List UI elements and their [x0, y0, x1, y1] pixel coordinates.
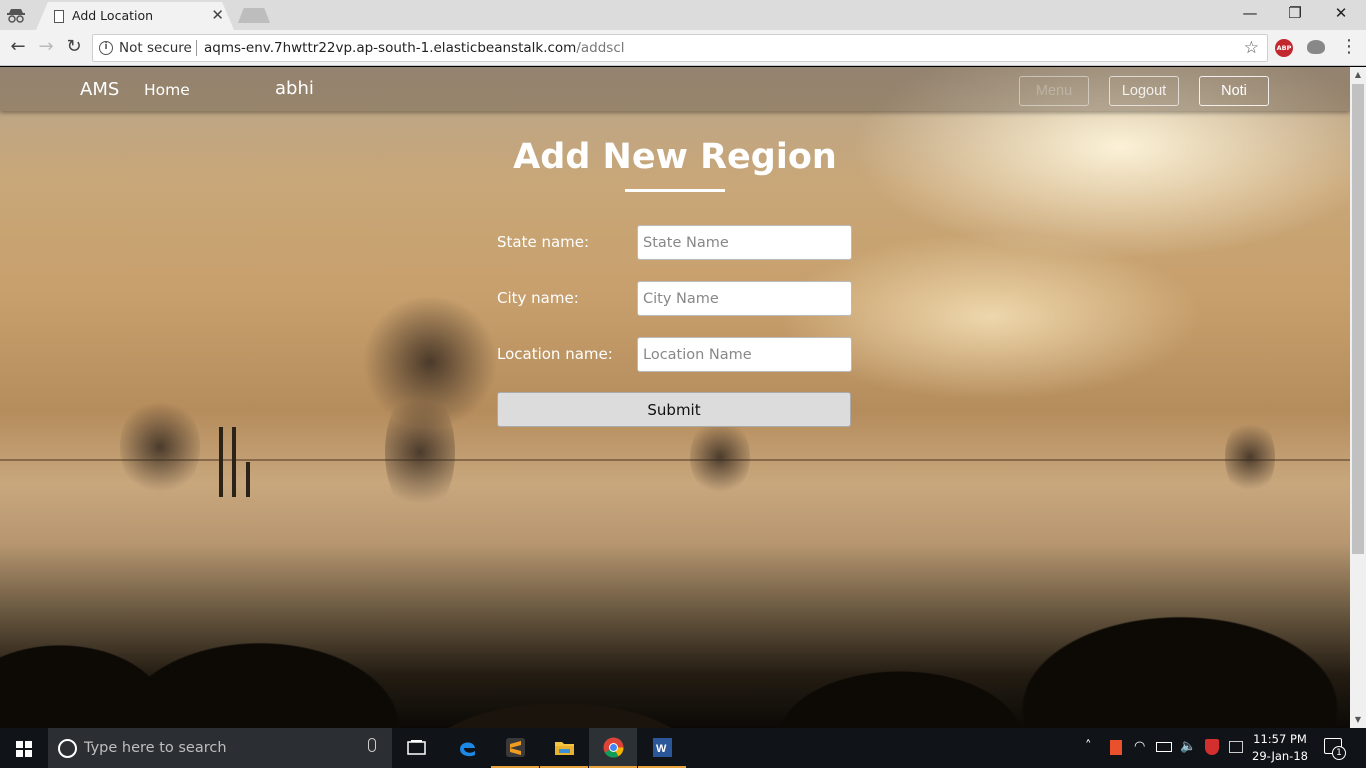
url-separator [196, 40, 197, 56]
cortana-icon [58, 739, 77, 758]
taskbar-search-placeholder: Type here to search [84, 740, 227, 756]
menu-button[interactable]: Menu [1019, 76, 1089, 106]
location-name-input[interactable] [637, 337, 852, 372]
tab-title: Add Location [72, 8, 154, 23]
close-window-button[interactable]: ✕ [1318, 4, 1364, 22]
browser-tab-strip: Add Location ✕ — ❐ ✕ [0, 0, 1366, 30]
smoke-plume [1225, 417, 1275, 497]
security-shield-icon[interactable] [1205, 739, 1219, 755]
chimney [232, 427, 236, 497]
notifications-button[interactable]: Noti [1199, 76, 1269, 106]
browser-toolbar: ← → ↻ i Not secure aqms-env.7hwttr22vp.a… [0, 30, 1366, 66]
site-navbar: AMS Home abhi Menu Logout Noti [0, 67, 1350, 111]
city-name-label: City name: [497, 289, 579, 307]
word-icon[interactable]: W [638, 728, 686, 768]
location-name-label: Location name: [497, 345, 613, 363]
windows-start-icon[interactable] [16, 741, 32, 757]
page-favicon-icon [54, 10, 64, 23]
url-text[interactable]: aqms-env.7hwttr22vp.ap-south-1.elasticbe… [204, 40, 625, 56]
task-view-icon[interactable] [392, 728, 440, 768]
svg-text:W: W [656, 743, 667, 755]
tab-close-icon[interactable]: ✕ [211, 6, 224, 24]
page-scrollbar[interactable]: ▲ ▼ [1350, 67, 1366, 728]
background-horizon [0, 459, 1350, 461]
address-bar[interactable]: i Not secure aqms-env.7hwttr22vp.ap-sout… [92, 34, 1268, 62]
browser-menu-icon[interactable]: ⋮ [1340, 36, 1358, 57]
nav-username: abhi [275, 78, 314, 99]
info-icon[interactable]: i [99, 41, 113, 55]
nav-home-link[interactable]: Home [144, 81, 190, 99]
smoke-plume [690, 417, 750, 497]
background-trees [0, 538, 1350, 728]
smoke-plume [120, 397, 200, 497]
adblock-plus-icon[interactable]: ABP [1275, 39, 1293, 57]
page-viewport: AMS Home abhi Menu Logout Noti Add New R… [0, 67, 1350, 728]
state-name-label: State name: [497, 233, 590, 251]
windows-taskbar: Type here to search W ˄ ◠ 🔈 11:57 PM 29-… [0, 728, 1366, 768]
url-host: aqms-env.7hwttr22vp.ap-south-1.elasticbe… [204, 40, 577, 56]
file-explorer-icon[interactable] [540, 728, 588, 768]
wifi-icon[interactable]: ◠ [1134, 739, 1145, 754]
new-tab-button[interactable] [238, 8, 270, 23]
taskbar-search-box[interactable]: Type here to search [48, 728, 392, 768]
chimney [219, 427, 223, 497]
edge-icon[interactable] [443, 728, 491, 768]
battery-icon[interactable] [1156, 742, 1172, 752]
scroll-thumb[interactable] [1352, 84, 1364, 554]
notification-count-badge: 1 [1332, 746, 1346, 760]
browser-tab-active[interactable]: Add Location ✕ [36, 2, 234, 30]
page-title: Add New Region [513, 137, 837, 177]
scroll-up-icon[interactable]: ▲ [1350, 67, 1366, 83]
sublime-text-icon[interactable] [491, 728, 539, 768]
taskbar-clock[interactable]: 11:57 PM 29-Jan-18 [1250, 731, 1310, 765]
back-icon[interactable]: ← [7, 36, 29, 57]
security-indicator[interactable]: Not secure [119, 40, 192, 56]
clock-time: 11:57 PM [1253, 732, 1307, 746]
city-name-input[interactable] [637, 281, 852, 316]
chimney [246, 462, 250, 497]
microphone-icon[interactable] [368, 738, 376, 752]
submit-button[interactable]: Submit [497, 392, 851, 427]
incognito-icon [7, 9, 25, 23]
minimize-button[interactable]: — [1227, 4, 1273, 22]
extension-icon[interactable] [1307, 40, 1325, 54]
title-underline [625, 189, 725, 192]
url-path: /addscl [576, 40, 625, 56]
input-device-icon[interactable] [1229, 741, 1243, 753]
reload-icon[interactable]: ↻ [63, 36, 85, 57]
logout-button[interactable]: Logout [1109, 76, 1179, 106]
clock-date: 29-Jan-18 [1252, 749, 1308, 763]
chrome-icon[interactable] [589, 728, 637, 768]
office-icon[interactable] [1110, 740, 1122, 755]
bookmark-star-icon[interactable]: ☆ [1244, 38, 1259, 58]
scroll-down-icon[interactable]: ▼ [1350, 712, 1366, 728]
forward-icon[interactable]: → [35, 36, 57, 57]
state-name-input[interactable] [637, 225, 852, 260]
brand-logo[interactable]: AMS [80, 79, 119, 100]
tray-overflow-chevron-icon[interactable]: ˄ [1085, 739, 1092, 754]
smoke-plume [385, 387, 455, 517]
volume-icon[interactable]: 🔈 [1180, 739, 1196, 754]
restore-button[interactable]: ❐ [1272, 4, 1318, 22]
